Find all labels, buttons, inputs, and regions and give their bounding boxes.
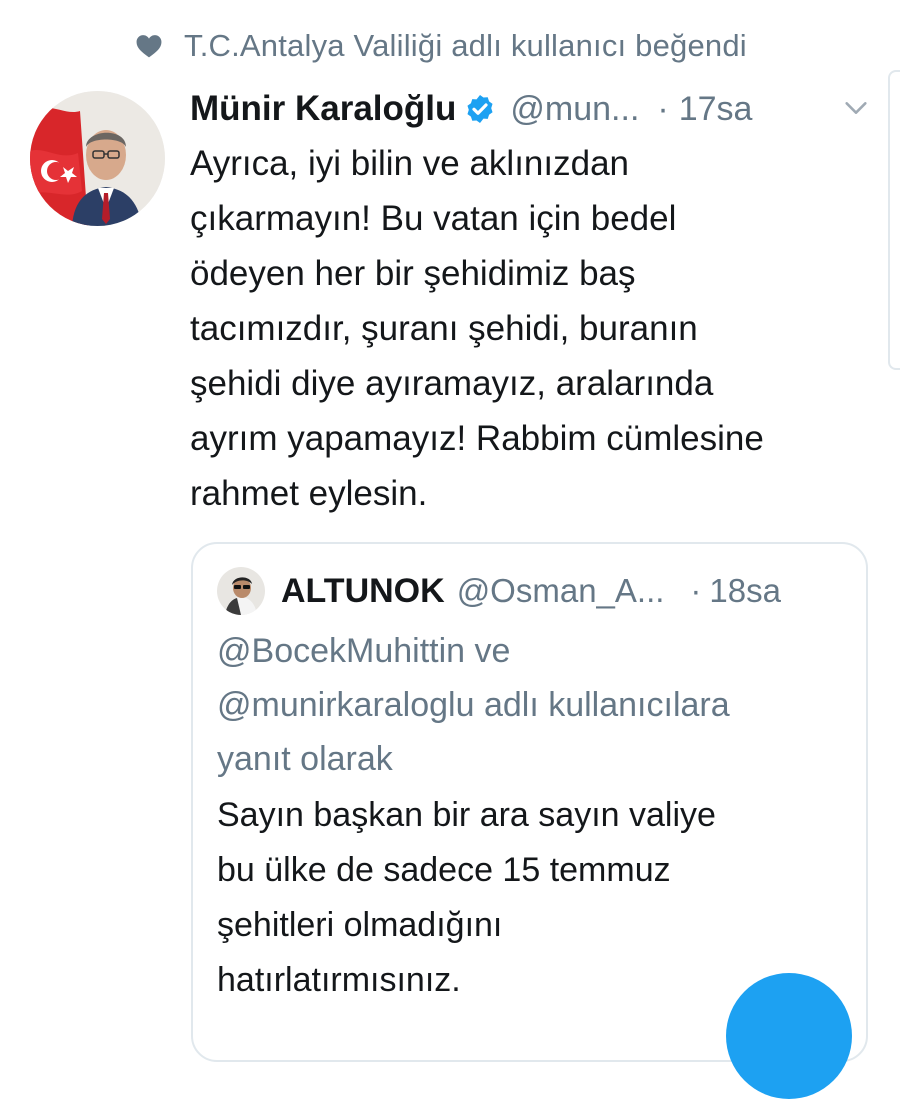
author-name[interactable]: Münir Karaloğlu (190, 89, 456, 129)
quoted-author-name: ALTUNOK (281, 571, 445, 610)
quoted-tweet-header: ALTUNOK @Osman_A... · 18sa (217, 566, 846, 616)
quoted-separator-dot: · (690, 572, 702, 609)
verified-badge-icon (464, 93, 496, 125)
reply-context: @BocekMuhittin ve @munirkaraloglu adlı k… (217, 632, 730, 778)
tweet-header: Münir Karaloğlu @mun... · 17sa (190, 82, 870, 136)
separator-dot: · (657, 89, 669, 128)
quoted-author-avatar (217, 567, 265, 615)
chevron-down-icon[interactable] (842, 94, 870, 122)
author-avatar[interactable] (30, 91, 165, 226)
quoted-tweet-timestamp: 18sa (709, 572, 781, 609)
quoted-author-handle: @Osman_A... (456, 572, 665, 609)
author-handle[interactable]: @mun... (510, 90, 639, 129)
social-context[interactable]: T.C.Antalya Valiliği adlı kullanıcı beğe… (134, 22, 747, 70)
tweet-text: Ayrıca, iyi bilin ve aklınızdan çıkarmay… (190, 144, 764, 513)
tweet-timestamp[interactable]: 17sa (679, 90, 753, 129)
scrollbar[interactable] (888, 70, 900, 370)
quoted-tweet-text: Sayın başkan bir ara sayın valiye bu ülk… (217, 796, 716, 999)
liked-by-text: T.C.Antalya Valiliği adlı kullanıcı beğe… (184, 28, 747, 63)
heart-icon (134, 31, 164, 61)
compose-tweet-button[interactable] (726, 973, 852, 1099)
